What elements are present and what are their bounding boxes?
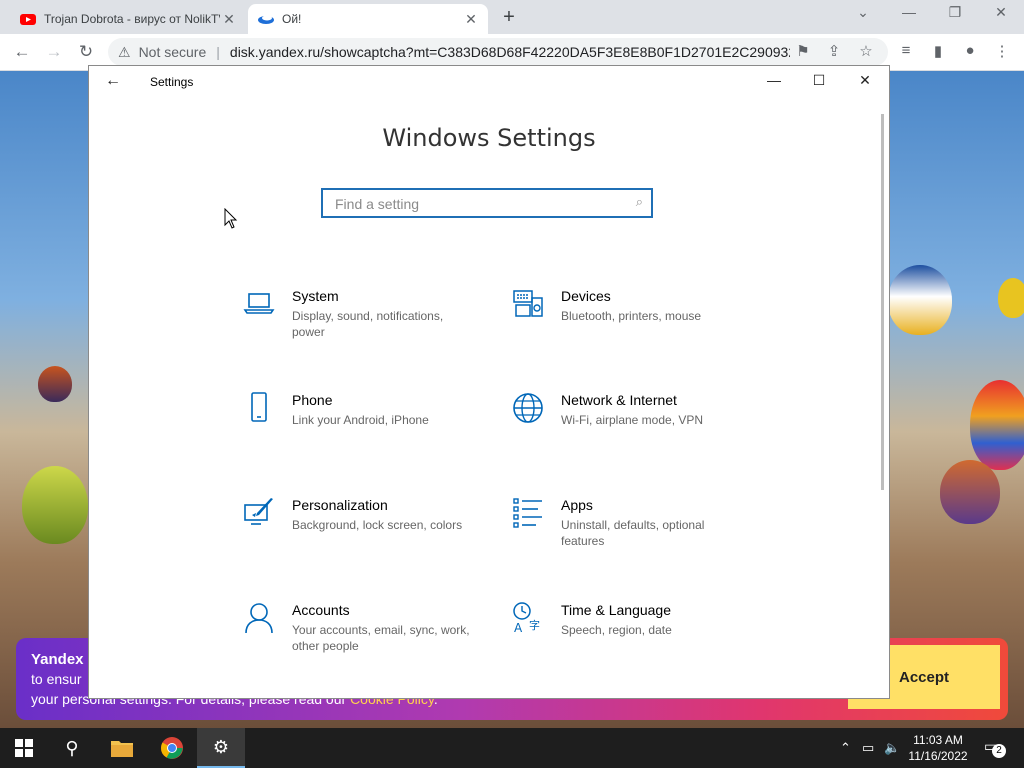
laptop-icon [243,293,275,314]
youtube-icon [20,14,36,25]
tab-title: Ой! [282,12,302,26]
back-arrow-icon[interactable]: ← [105,72,121,90]
time-text: 11:03 AM [913,733,963,747]
balloon-decoration [940,460,1000,524]
item-description: Your accounts, email, sync, work, other … [292,623,470,653]
item-description: Display, sound, notifications, power [292,309,444,339]
forward-icon[interactable]: → [44,42,64,62]
close-tab-icon[interactable]: ✕ [462,11,480,28]
folder-icon [111,741,133,757]
minimize-button[interactable]: — [759,72,789,88]
tab-youtube[interactable]: Trojan Dobrota - вирус от NolikTV ✕ [10,4,246,34]
page-title: Windows Settings [382,124,596,152]
new-tab-button[interactable]: + [498,6,520,29]
network-icon[interactable]: ▭ [862,740,874,756]
search-input[interactable] [333,195,627,213]
item-name: Network & Internet [561,392,677,408]
warning-icon[interactable]: ⚠ [118,44,131,61]
notifications-icon[interactable]: ▭ 2 [984,738,1006,758]
item-description: Wi-Fi, airplane mode, VPN [561,413,704,427]
translate-icon[interactable]: ⚑ [793,42,813,60]
mouse-cursor-icon [224,208,238,229]
cookie-title: Yandex [31,651,84,668]
search-box[interactable]: ⌕ [321,188,653,218]
tab-title: Trojan Dobrota - вирус от NolikTV [44,12,220,26]
date-text: 11/16/2022 [908,749,968,763]
item-name: Time & Language [561,602,671,618]
search-taskbar-icon[interactable]: ⚲ [48,728,96,768]
browser-tab-bar: Trojan Dobrota - вирус от NolikTV ✕ Ой! … [0,0,1024,34]
tab-active[interactable]: Ой! ✕ [248,4,488,34]
close-window-button[interactable]: ✕ [981,4,1021,21]
divider: | [216,44,220,60]
window-title: Settings [150,75,194,89]
minimize-button[interactable]: — [889,4,929,20]
phone-icon [251,392,267,422]
balloon-decoration [38,366,72,402]
chevron-up-icon[interactable]: ⌃ [840,740,851,756]
item-description: Link your Android, iPhone [292,413,429,427]
cookie-text: to ensur [31,671,82,687]
balloon-decoration [998,278,1024,318]
profile-icon[interactable]: ● [960,42,980,59]
side-panel-icon[interactable]: ▮ [928,42,948,60]
person-icon [245,603,273,634]
close-tab-icon[interactable]: ✕ [220,11,238,28]
back-icon[interactable]: ← [12,42,32,62]
search-icon[interactable]: ⌕ [636,194,643,210]
notification-count: 2 [992,744,1006,758]
item-description: Speech, region, date [561,623,672,637]
balloon-decoration [970,380,1024,470]
yandex-disk-icon [258,15,274,24]
item-description: Bluetooth, printers, mouse [561,309,702,323]
system-clock[interactable]: 11:03 AM 11/16/2022 [900,732,976,764]
apps-list-icon [513,498,542,528]
volume-icon[interactable]: 🔈 [884,740,900,756]
windows-logo-icon [15,739,33,757]
balloon-decoration [888,265,952,335]
start-button[interactable] [0,728,48,768]
bookmark-star-icon[interactable]: ☆ [856,42,876,60]
settings-taskbar-icon[interactable]: ⚙ [197,728,245,768]
paint-brush-icon [244,498,273,525]
url-text[interactable]: disk.yandex.ru/showcaptcha?mt=C383D68D68… [230,44,790,60]
item-name: Devices [561,288,611,304]
scrollbar[interactable] [881,114,884,490]
balloon-decoration [22,466,88,544]
maximize-button[interactable]: ☐ [804,72,834,89]
item-name: Personalization [292,497,388,513]
svg-text:字: 字 [529,618,540,632]
item-name: Accounts [292,602,350,618]
taskbar: ⚲ ⚙ ⌃ ▭ 🔈 11:03 AM 11/16/2022 ▭ 2 [0,728,1024,768]
globe-icon [513,393,543,423]
address-bar[interactable]: ⚠ Not secure | disk.yandex.ru/showcaptch… [108,38,888,66]
svg-text:A: A [514,621,523,634]
file-explorer-icon[interactable] [98,728,146,768]
chrome-taskbar-icon[interactable] [148,728,196,768]
chrome-icon [161,737,183,759]
close-button[interactable]: ✕ [850,72,880,89]
restore-button[interactable]: ❐ [935,4,975,21]
reload-icon[interactable]: ↻ [76,42,96,62]
security-status[interactable]: Not secure [139,44,207,60]
reading-list-icon[interactable]: ≡ [896,42,916,59]
time-language-icon: A 字 [513,602,540,634]
item-name: Phone [292,392,333,408]
item-description: Uninstall, defaults, optional features [561,518,705,548]
settings-window: ← Settings — ☐ ✕ Windows Settings ⌕ Syst… [88,65,890,699]
item-name: System [292,288,339,304]
item-name: Apps [561,497,593,513]
tab-search-icon[interactable]: ⌄ [843,4,883,21]
item-description: Background, lock screen, colors [292,518,463,532]
share-icon[interactable]: ⇪ [824,42,844,60]
title-bar: ← Settings — ☐ ✕ [89,66,889,98]
keyboard-devices-icon [513,290,543,317]
menu-icon[interactable]: ⋮ [992,42,1012,60]
